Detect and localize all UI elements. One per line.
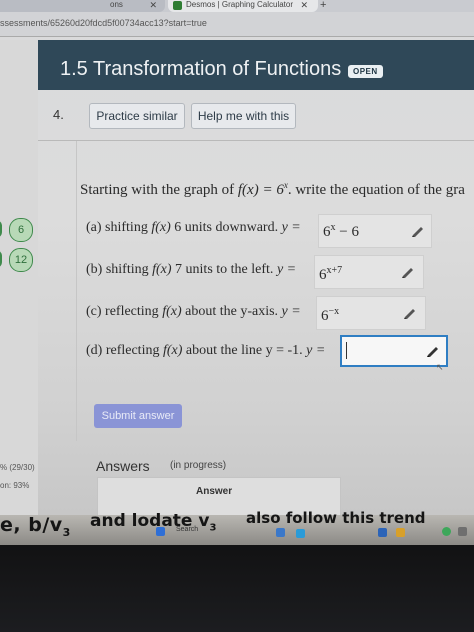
answer-c-exp: −x xyxy=(328,306,340,317)
tab-desmos-title: Desmos | Graphing Calculator xyxy=(186,0,294,9)
sidebar-progress-marker xyxy=(0,220,2,238)
sidebar-progress-marker xyxy=(0,250,2,268)
answer-b-value: 6x+7 xyxy=(319,265,342,284)
handwritten-note-left: e, b/v3 xyxy=(0,514,71,539)
browser-tab-strip: ons ✕ Desmos | Graphing Calculator ✕ + xyxy=(0,0,474,12)
answer-field-b[interactable]: 6x+7 xyxy=(314,255,424,289)
tab-assignment-title: ons xyxy=(110,0,123,9)
desmos-icon xyxy=(173,1,182,10)
new-tab-icon[interactable]: + xyxy=(320,0,326,11)
chrome-icon[interactable] xyxy=(442,527,451,536)
tab-desmos[interactable]: Desmos | Graphing Calculator ✕ xyxy=(168,0,318,12)
part-b: (b) shifting f(x) 7 units to the left. y… xyxy=(86,262,296,278)
part-c-y: y = xyxy=(278,304,301,319)
answer-a-base: 6 xyxy=(323,224,331,240)
edge-browser-icon[interactable] xyxy=(296,529,305,538)
answers-status: (in progress) xyxy=(170,460,227,471)
question-number: 4. xyxy=(53,107,64,122)
submit-answer-button[interactable]: Submit answer xyxy=(94,404,182,428)
part-c: (c) reflecting f(x) about the y-axis. y … xyxy=(86,304,301,320)
page-title: 1.5 Transformation of Functions xyxy=(60,58,342,80)
handwritten-note-middle: and lodate v3 xyxy=(90,511,216,533)
handwritten-left-text: e, b/v xyxy=(0,514,63,536)
statement-prefix: Starting with the graph of xyxy=(80,182,238,198)
part-b-text: 7 units to the left. xyxy=(171,262,274,277)
answer-field-c[interactable]: 6−x xyxy=(316,296,426,330)
part-b-label: (b) shifting xyxy=(86,262,153,277)
handwritten-left-sub: 3 xyxy=(62,525,71,539)
part-d: (d) reflecting f(x) about the line y = -… xyxy=(86,343,325,359)
close-tab-icon[interactable]: ✕ xyxy=(300,0,308,10)
answer-a-value: 6x − 6 xyxy=(323,222,359,241)
answer-c-base: 6 xyxy=(321,308,329,324)
part-a-label: (a) shifting xyxy=(86,220,152,235)
tab-assignment[interactable]: ons ✕ xyxy=(0,0,165,12)
part-d-func: f(x) xyxy=(162,343,183,358)
answer-b-exp: x+7 xyxy=(326,265,343,276)
answer-c-value: 6−x xyxy=(321,306,339,325)
part-d-label: (d) reflecting xyxy=(86,343,163,358)
part-a-y: y = xyxy=(278,220,301,235)
divider xyxy=(76,141,77,441)
assignment-header: 1.5 Transformation of Functions OPEN xyxy=(38,40,474,90)
question-badge-12[interactable]: 12 xyxy=(9,248,33,272)
part-c-text: about the y-axis. xyxy=(181,304,279,319)
answer-b-base: 6 xyxy=(319,267,327,283)
divider xyxy=(38,140,474,141)
store-icon[interactable] xyxy=(378,528,387,537)
url-text: ssessments/65260d20fdcd5f00734acc13?star… xyxy=(0,18,207,28)
pencil-icon[interactable] xyxy=(426,345,440,357)
handwritten-mid-sub: 3 xyxy=(209,522,217,534)
handwritten-note-right: also follow this trend xyxy=(246,509,426,527)
handwritten-mid-v: v xyxy=(198,511,210,531)
part-c-func: f(x) xyxy=(162,304,182,319)
problem-statement: Starting with the graph of f(x) = 6x. wr… xyxy=(80,180,465,199)
file-explorer-icon[interactable] xyxy=(276,528,285,537)
answer-a-tail: − 6 xyxy=(335,224,359,240)
mouse-cursor-icon: ↖ xyxy=(436,362,444,372)
answers-column-header: Answer xyxy=(196,486,233,497)
answers-heading: Answers xyxy=(96,458,150,474)
address-bar[interactable]: ssessments/65260d20fdcd5f00734acc13?star… xyxy=(0,12,474,37)
answer-field-a[interactable]: 6x − 6 xyxy=(318,214,432,248)
practice-similar-button[interactable]: Practice similar xyxy=(89,103,185,129)
part-d-text: about the line y = -1. xyxy=(182,343,303,358)
answer-field-d[interactable] xyxy=(340,335,448,367)
desk-background xyxy=(0,545,474,632)
question-badge-6[interactable]: 6 xyxy=(9,218,33,242)
text-caret xyxy=(346,342,347,359)
score-percent: on: 93% xyxy=(0,481,30,490)
screen: ons ✕ Desmos | Graphing Calculator ✕ + s… xyxy=(0,0,474,545)
part-d-y: y = xyxy=(302,343,326,358)
score-summary: % (29/30) xyxy=(0,463,35,472)
part-a-func: f(x) xyxy=(151,220,171,235)
close-tab-icon[interactable]: ✕ xyxy=(149,0,157,10)
folder-icon[interactable] xyxy=(396,528,405,537)
part-a: (a) shifting f(x) 6 units downward. y = xyxy=(86,220,301,236)
statement-suffix: . write the equation of the gra xyxy=(287,182,465,198)
app-icon[interactable] xyxy=(458,527,467,536)
pencil-icon[interactable] xyxy=(411,225,425,237)
handwritten-mid-text: and lodate xyxy=(90,511,199,531)
status-badge: OPEN xyxy=(348,65,383,78)
pencil-icon[interactable] xyxy=(401,266,415,278)
part-b-y: y = xyxy=(273,262,297,277)
pencil-icon[interactable] xyxy=(403,307,417,319)
part-a-text: 6 units downward. xyxy=(170,220,279,235)
help-me-button[interactable]: Help me with this xyxy=(191,103,296,129)
part-b-func: f(x) xyxy=(152,262,172,277)
assignment-sidebar: 6 12 % (29/30) on: 93% xyxy=(0,40,38,545)
part-c-label: (c) reflecting xyxy=(86,304,163,319)
statement-function: f(x) = 6 xyxy=(237,182,284,198)
